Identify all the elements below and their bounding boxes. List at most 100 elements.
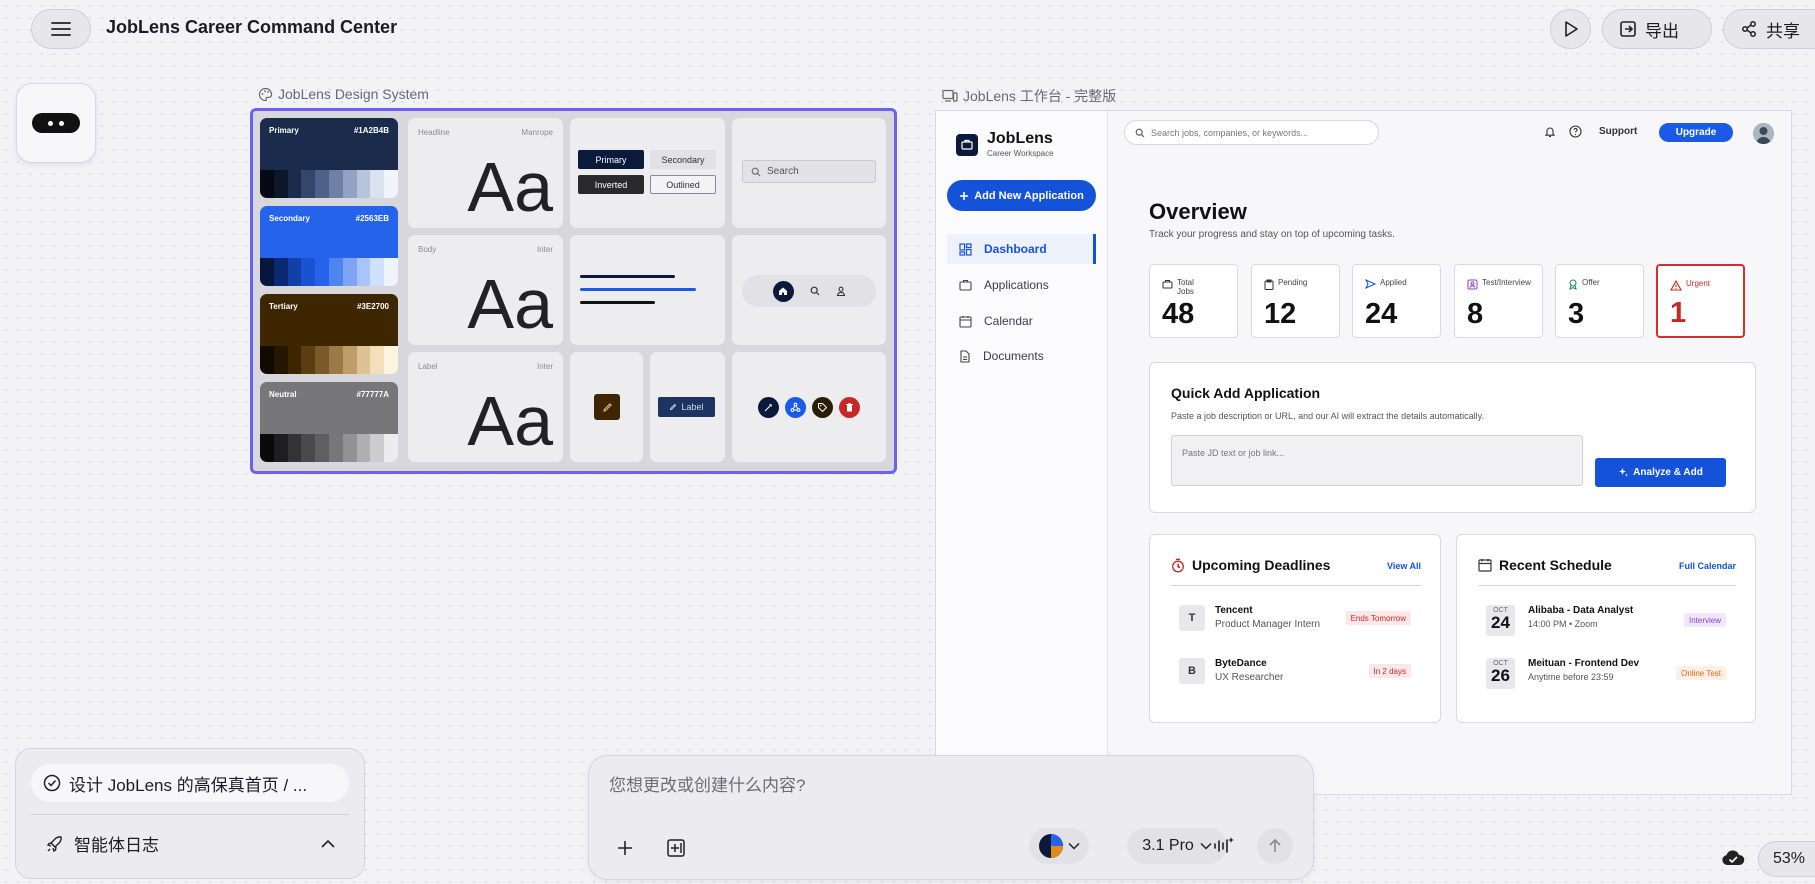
brand-logo[interactable]: JobLens Career Workspace bbox=[956, 131, 1054, 158]
model-avatar-selector[interactable] bbox=[1029, 828, 1089, 864]
stat-total-jobs[interactable]: Total Jobs 48 bbox=[1149, 264, 1238, 338]
current-task[interactable]: 设计 JobLens 的高保真首页 / ... bbox=[31, 764, 349, 802]
primary-button-sample[interactable]: Primary bbox=[578, 150, 644, 169]
search-icon[interactable] bbox=[810, 286, 820, 296]
company-name: ByteDance bbox=[1215, 658, 1267, 669]
typo-font: Inter bbox=[536, 362, 553, 371]
send-button[interactable] bbox=[1257, 828, 1293, 864]
task-panel: 设计 JobLens 的高保真首页 / ... 智能体日志 bbox=[15, 748, 365, 879]
add-frame-button[interactable] bbox=[662, 834, 690, 862]
view-all-link[interactable]: View All bbox=[1387, 561, 1421, 571]
nav-dashboard[interactable]: Dashboard bbox=[947, 234, 1096, 264]
schedule-item[interactable]: OCT 26 Meituan - Frontend Dev Anytime be… bbox=[1486, 658, 1726, 689]
stat-applied[interactable]: Applied 24 bbox=[1352, 264, 1441, 338]
upgrade-button[interactable]: Upgrade bbox=[1659, 123, 1733, 142]
user-avatar[interactable] bbox=[1753, 123, 1774, 144]
voice-input-button[interactable] bbox=[1210, 832, 1238, 860]
arrow-up-icon bbox=[1268, 838, 1282, 854]
deadline-item[interactable]: B ByteDance UX Researcher In 2 days bbox=[1179, 658, 1411, 688]
tag-icon[interactable] bbox=[812, 397, 833, 418]
typo-font: Inter bbox=[536, 245, 553, 254]
export-button[interactable]: 导出 bbox=[1602, 9, 1712, 49]
prompt-input[interactable] bbox=[609, 771, 1289, 801]
stat-value: 8 bbox=[1467, 298, 1484, 330]
trash-icon[interactable] bbox=[839, 397, 860, 418]
search-sample-card: Search bbox=[732, 118, 886, 228]
outlined-button-sample[interactable]: Outlined bbox=[650, 175, 716, 194]
label-chip[interactable]: Label bbox=[658, 397, 715, 417]
stat-label: Urgent bbox=[1686, 279, 1711, 288]
swatch-shade bbox=[301, 434, 316, 462]
share-button[interactable]: 共享 bbox=[1723, 9, 1815, 49]
secondary-button-sample[interactable]: Secondary bbox=[650, 150, 716, 169]
color-swatch-tertiary[interactable]: Tertiary #3E2700 bbox=[260, 294, 398, 374]
swatch-shade bbox=[342, 170, 357, 198]
search-sample-placeholder: Search bbox=[767, 166, 799, 177]
typo-role: Headline bbox=[418, 128, 450, 137]
swatch-shades bbox=[260, 346, 398, 374]
stat-test-interview[interactable]: Test/Interview 8 bbox=[1454, 264, 1543, 338]
stat-pending[interactable]: Pending 12 bbox=[1251, 264, 1340, 338]
color-swatch-neutral[interactable]: Neutral #77777A bbox=[260, 382, 398, 462]
workspace-frame-label[interactable]: JobLens 工作台 - 完整版 bbox=[942, 86, 1116, 106]
deadline-item[interactable]: T Tencent Product Manager Intern Ends To… bbox=[1179, 605, 1411, 635]
swatch-shade bbox=[356, 258, 371, 286]
pencil-icon[interactable] bbox=[594, 394, 620, 420]
swatch-shade bbox=[342, 258, 357, 286]
interview-icon bbox=[1467, 279, 1478, 290]
agent-avatar[interactable] bbox=[16, 83, 96, 163]
swatch-name: Primary bbox=[269, 126, 299, 135]
menu-button[interactable] bbox=[31, 9, 91, 49]
jd-input[interactable]: Paste JD text or job link... bbox=[1171, 435, 1583, 486]
magic-wand-icon[interactable] bbox=[758, 397, 779, 418]
chevron-up-icon[interactable] bbox=[320, 839, 336, 849]
add-application-label: Add New Application bbox=[974, 189, 1084, 202]
nav-applications[interactable]: Applications bbox=[956, 270, 1106, 300]
user-icon[interactable] bbox=[836, 286, 846, 296]
nav-calendar[interactable]: Calendar bbox=[956, 306, 1106, 336]
home-icon[interactable] bbox=[772, 280, 794, 302]
swatch-shade bbox=[384, 346, 398, 374]
sparkle-icon bbox=[1618, 467, 1629, 478]
swatch-shade bbox=[260, 170, 274, 198]
network-icon[interactable] bbox=[785, 397, 806, 418]
full-calendar-link[interactable]: Full Calendar bbox=[1679, 561, 1736, 571]
workspace-search-input[interactable]: Search jobs, companies, or keywords... bbox=[1124, 120, 1379, 145]
inverted-button-sample[interactable]: Inverted bbox=[578, 175, 644, 194]
agent-log-toggle[interactable]: 智能体日志 bbox=[46, 831, 159, 856]
model-select-value: 3.1 Pro bbox=[1142, 837, 1194, 854]
analyze-add-button[interactable]: Analyze & Add bbox=[1595, 458, 1726, 487]
workspace-search-placeholder: Search jobs, companies, or keywords... bbox=[1151, 127, 1309, 138]
plus-icon bbox=[616, 839, 634, 857]
typo-sample: Aa bbox=[467, 382, 553, 460]
typography-body-card: Body Inter Aa bbox=[408, 235, 563, 345]
swatch-header: Tertiary #3E2700 bbox=[260, 294, 398, 346]
preview-button[interactable] bbox=[1550, 9, 1591, 49]
timer-icon bbox=[1171, 558, 1185, 573]
color-swatch-primary[interactable]: Primary #1A2B4B bbox=[260, 118, 398, 198]
color-swatch-secondary[interactable]: Secondary #2563EB bbox=[260, 206, 398, 286]
design-system-board[interactable]: Primary #1A2B4B Secondary #2563EB Tertiary #3… bbox=[250, 108, 897, 474]
swatch-shade bbox=[328, 170, 343, 198]
schedule-item[interactable]: OCT 24 Alibaba - Data Analyst 14:00 PM •… bbox=[1486, 605, 1726, 636]
search-sample-input[interactable]: Search bbox=[742, 160, 876, 183]
help-icon[interactable] bbox=[1569, 125, 1582, 138]
swatch-shades bbox=[260, 258, 398, 286]
swatch-header: Neutral #77777A bbox=[260, 382, 398, 434]
support-link[interactable]: Support bbox=[1599, 126, 1637, 137]
stat-urgent[interactable]: Urgent 1 bbox=[1656, 264, 1745, 338]
design-system-frame-label[interactable]: JobLens Design System bbox=[258, 86, 429, 102]
add-application-button[interactable]: Add New Application bbox=[947, 180, 1096, 211]
schedule-time: 14:00 PM • Zoom bbox=[1528, 619, 1598, 629]
workspace-frame-title: JobLens 工作台 - 完整版 bbox=[963, 88, 1117, 104]
stat-value: 1 bbox=[1670, 297, 1687, 329]
company-initial: T bbox=[1179, 605, 1205, 631]
bell-icon[interactable] bbox=[1544, 125, 1556, 138]
nav-documents[interactable]: Documents bbox=[956, 341, 1106, 371]
add-attachment-button[interactable] bbox=[611, 834, 639, 862]
cloud-sync-icon[interactable] bbox=[1721, 850, 1745, 866]
stat-offer[interactable]: Offer 3 bbox=[1555, 264, 1644, 338]
zoom-level[interactable]: 53% bbox=[1758, 841, 1815, 877]
nav-calendar-label: Calendar bbox=[984, 314, 1033, 328]
job-role: Product Manager Intern bbox=[1215, 619, 1321, 630]
